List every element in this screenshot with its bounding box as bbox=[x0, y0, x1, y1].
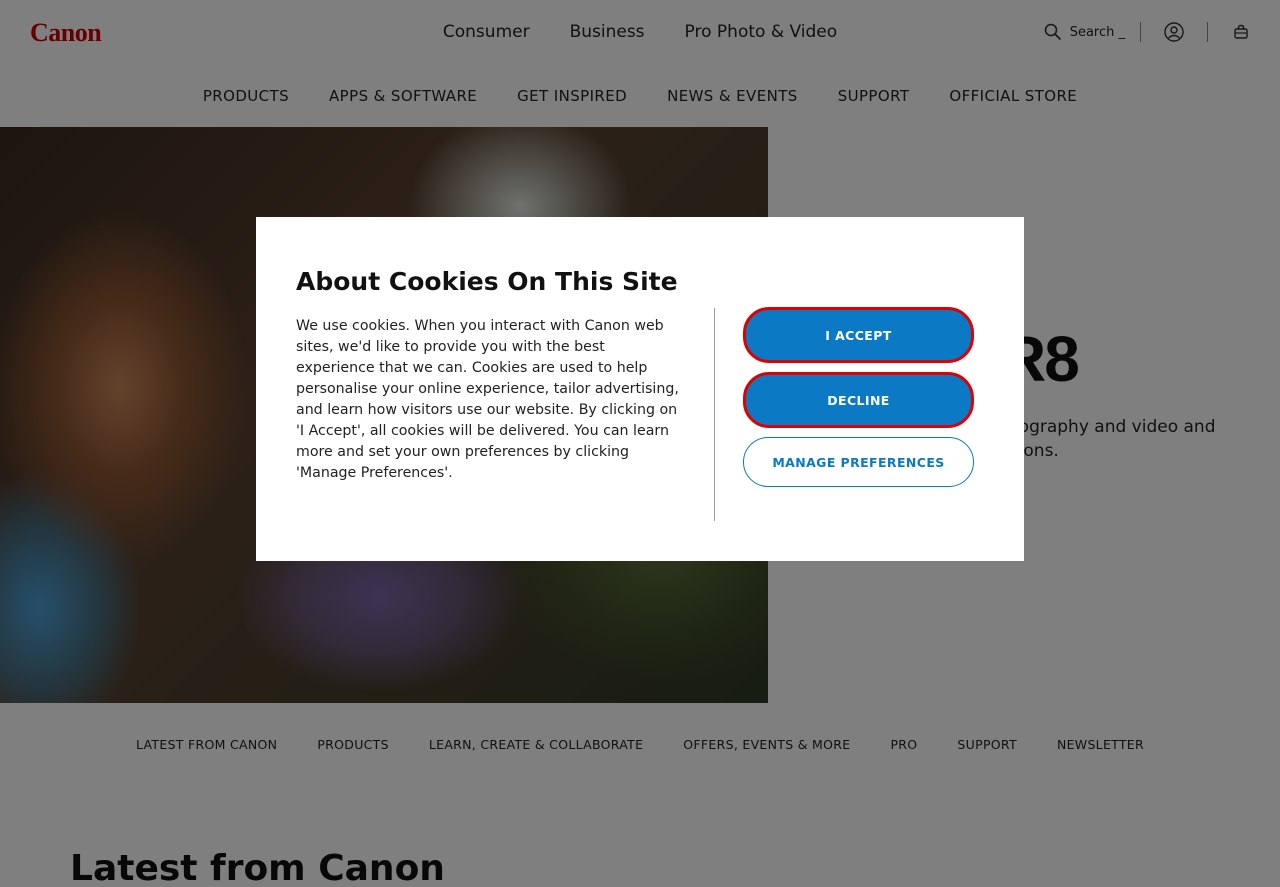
cookie-consent-dialog: About Cookies On This Site We use cookie… bbox=[256, 217, 1024, 561]
cookie-dialog-body: We use cookies. When you interact with C… bbox=[296, 318, 679, 481]
accept-cookies-button[interactable]: I ACCEPT bbox=[743, 307, 974, 363]
manage-preferences-button[interactable]: MANAGE PREFERENCES bbox=[743, 437, 974, 487]
cookie-dialog-title: About Cookies On This Site bbox=[296, 267, 678, 296]
decline-cookies-button[interactable]: DECLINE bbox=[743, 372, 974, 428]
dialog-divider bbox=[714, 308, 715, 521]
